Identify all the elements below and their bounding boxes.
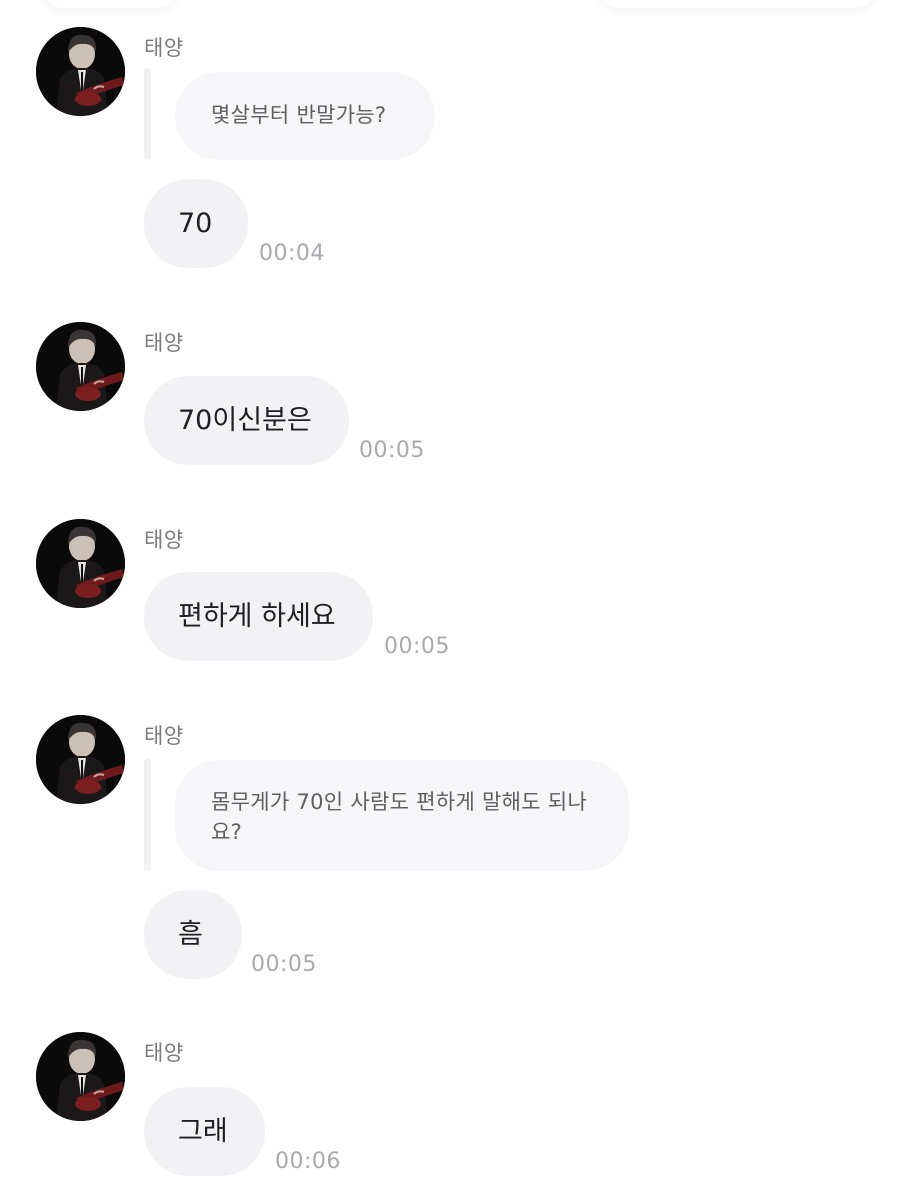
message-timestamp: 00:06 bbox=[275, 1149, 341, 1174]
message-timestamp: 00:05 bbox=[251, 952, 317, 977]
message-bubble[interactable]: 편하게 하세요 bbox=[144, 572, 373, 661]
sender-name: 태양 bbox=[144, 331, 184, 355]
previous-message-remnant bbox=[40, 0, 180, 8]
avatar[interactable] bbox=[36, 519, 125, 608]
sender-name: 태양 bbox=[144, 724, 184, 748]
sender-name: 태양 bbox=[144, 36, 184, 60]
previous-message-remnant bbox=[598, 0, 878, 8]
sender-name: 태양 bbox=[144, 528, 184, 552]
avatar[interactable] bbox=[36, 322, 125, 411]
avatar[interactable] bbox=[36, 27, 125, 116]
message-timestamp: 00:04 bbox=[259, 241, 325, 266]
quoted-message[interactable]: 몇살부터 반말가능? bbox=[175, 72, 435, 160]
message-bubble[interactable]: 흠 bbox=[144, 890, 242, 979]
avatar[interactable] bbox=[36, 715, 125, 804]
message-bubble[interactable]: 70 bbox=[144, 179, 248, 268]
sender-name: 태양 bbox=[144, 1041, 184, 1065]
quote-indicator-bar bbox=[144, 68, 151, 160]
message-bubble[interactable]: 그래 bbox=[144, 1087, 265, 1176]
message-timestamp: 00:05 bbox=[359, 438, 425, 463]
quoted-message[interactable]: 몸무게가 70인 사람도 편하게 말해도 되나요? bbox=[175, 760, 629, 871]
message-bubble[interactable]: 70이신분은 bbox=[144, 376, 349, 465]
message-timestamp: 00:05 bbox=[384, 634, 450, 659]
avatar[interactable] bbox=[36, 1032, 125, 1121]
quote-indicator-bar bbox=[144, 758, 151, 871]
